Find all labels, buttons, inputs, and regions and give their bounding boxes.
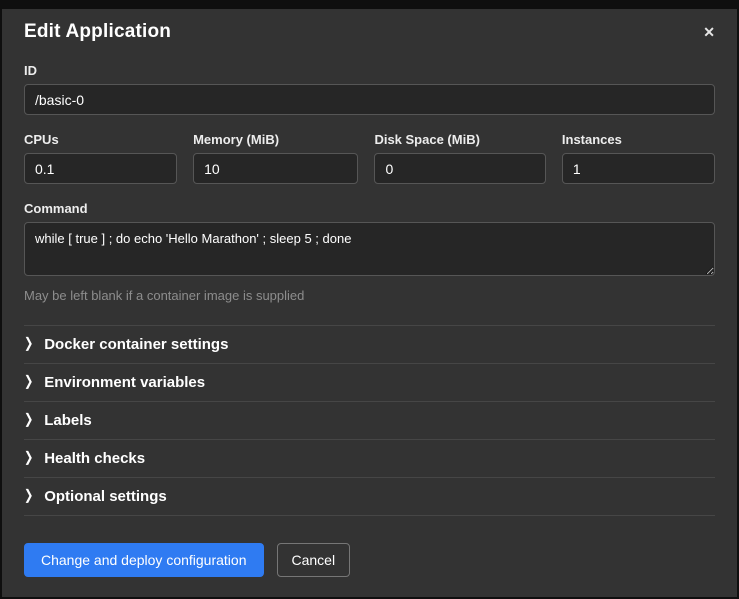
memory-input[interactable] <box>193 153 358 184</box>
instances-input[interactable] <box>562 153 715 184</box>
command-label: Command <box>24 201 715 216</box>
id-label: ID <box>24 63 715 78</box>
memory-label: Memory (MiB) <box>193 132 358 147</box>
cpus-field-block: CPUs <box>24 132 177 184</box>
cpus-input[interactable] <box>24 153 177 184</box>
chevron-right-icon: ❯ <box>24 414 33 428</box>
section-label: Optional settings <box>44 488 167 505</box>
resource-field-row: CPUs Memory (MiB) Disk Space (MiB) Insta… <box>24 132 715 184</box>
command-help-text: May be left blank if a container image i… <box>24 288 715 303</box>
id-field-block: ID <box>24 63 715 115</box>
chevron-right-icon: ❯ <box>24 490 33 504</box>
cpus-label: CPUs <box>24 132 177 147</box>
chevron-right-icon: ❯ <box>24 452 33 466</box>
modal-title: Edit Application <box>24 21 171 42</box>
command-textarea[interactable]: while [ true ] ; do echo 'Hello Marathon… <box>24 222 715 276</box>
disk-label: Disk Space (MiB) <box>374 132 545 147</box>
instances-label: Instances <box>562 132 715 147</box>
id-input[interactable] <box>24 84 715 115</box>
section-label: Environment variables <box>44 374 205 391</box>
disk-field-block: Disk Space (MiB) <box>374 132 545 184</box>
command-field-block: Command while [ true ] ; do echo 'Hello … <box>24 201 715 303</box>
disk-input[interactable] <box>374 153 545 184</box>
chevron-right-icon: ❯ <box>24 338 33 352</box>
collapsible-sections: ❯ Docker container settings ❯ Environmen… <box>24 325 715 516</box>
instances-field-block: Instances <box>562 132 715 184</box>
section-label: Health checks <box>44 450 145 467</box>
section-labels[interactable]: ❯ Labels <box>24 401 715 439</box>
section-health-checks[interactable]: ❯ Health checks <box>24 439 715 477</box>
section-label: Labels <box>44 412 92 429</box>
change-and-deploy-button[interactable]: Change and deploy configuration <box>24 543 264 577</box>
modal-header: Edit Application ✕ <box>2 9 737 59</box>
section-optional-settings[interactable]: ❯ Optional settings <box>24 477 715 516</box>
section-environment-variables[interactable]: ❯ Environment variables <box>24 363 715 401</box>
modal-body: ID CPUs Memory (MiB) Disk Space (MiB) In… <box>2 59 737 525</box>
memory-field-block: Memory (MiB) <box>193 132 358 184</box>
chevron-right-icon: ❯ <box>24 376 33 390</box>
section-docker-container-settings[interactable]: ❯ Docker container settings <box>24 325 715 363</box>
modal-footer: Change and deploy configuration Cancel <box>2 525 737 597</box>
section-label: Docker container settings <box>44 336 228 353</box>
close-icon[interactable]: ✕ <box>697 23 721 41</box>
cancel-button[interactable]: Cancel <box>277 543 351 577</box>
edit-application-modal: Edit Application ✕ ID CPUs Memory (MiB) … <box>2 9 737 597</box>
